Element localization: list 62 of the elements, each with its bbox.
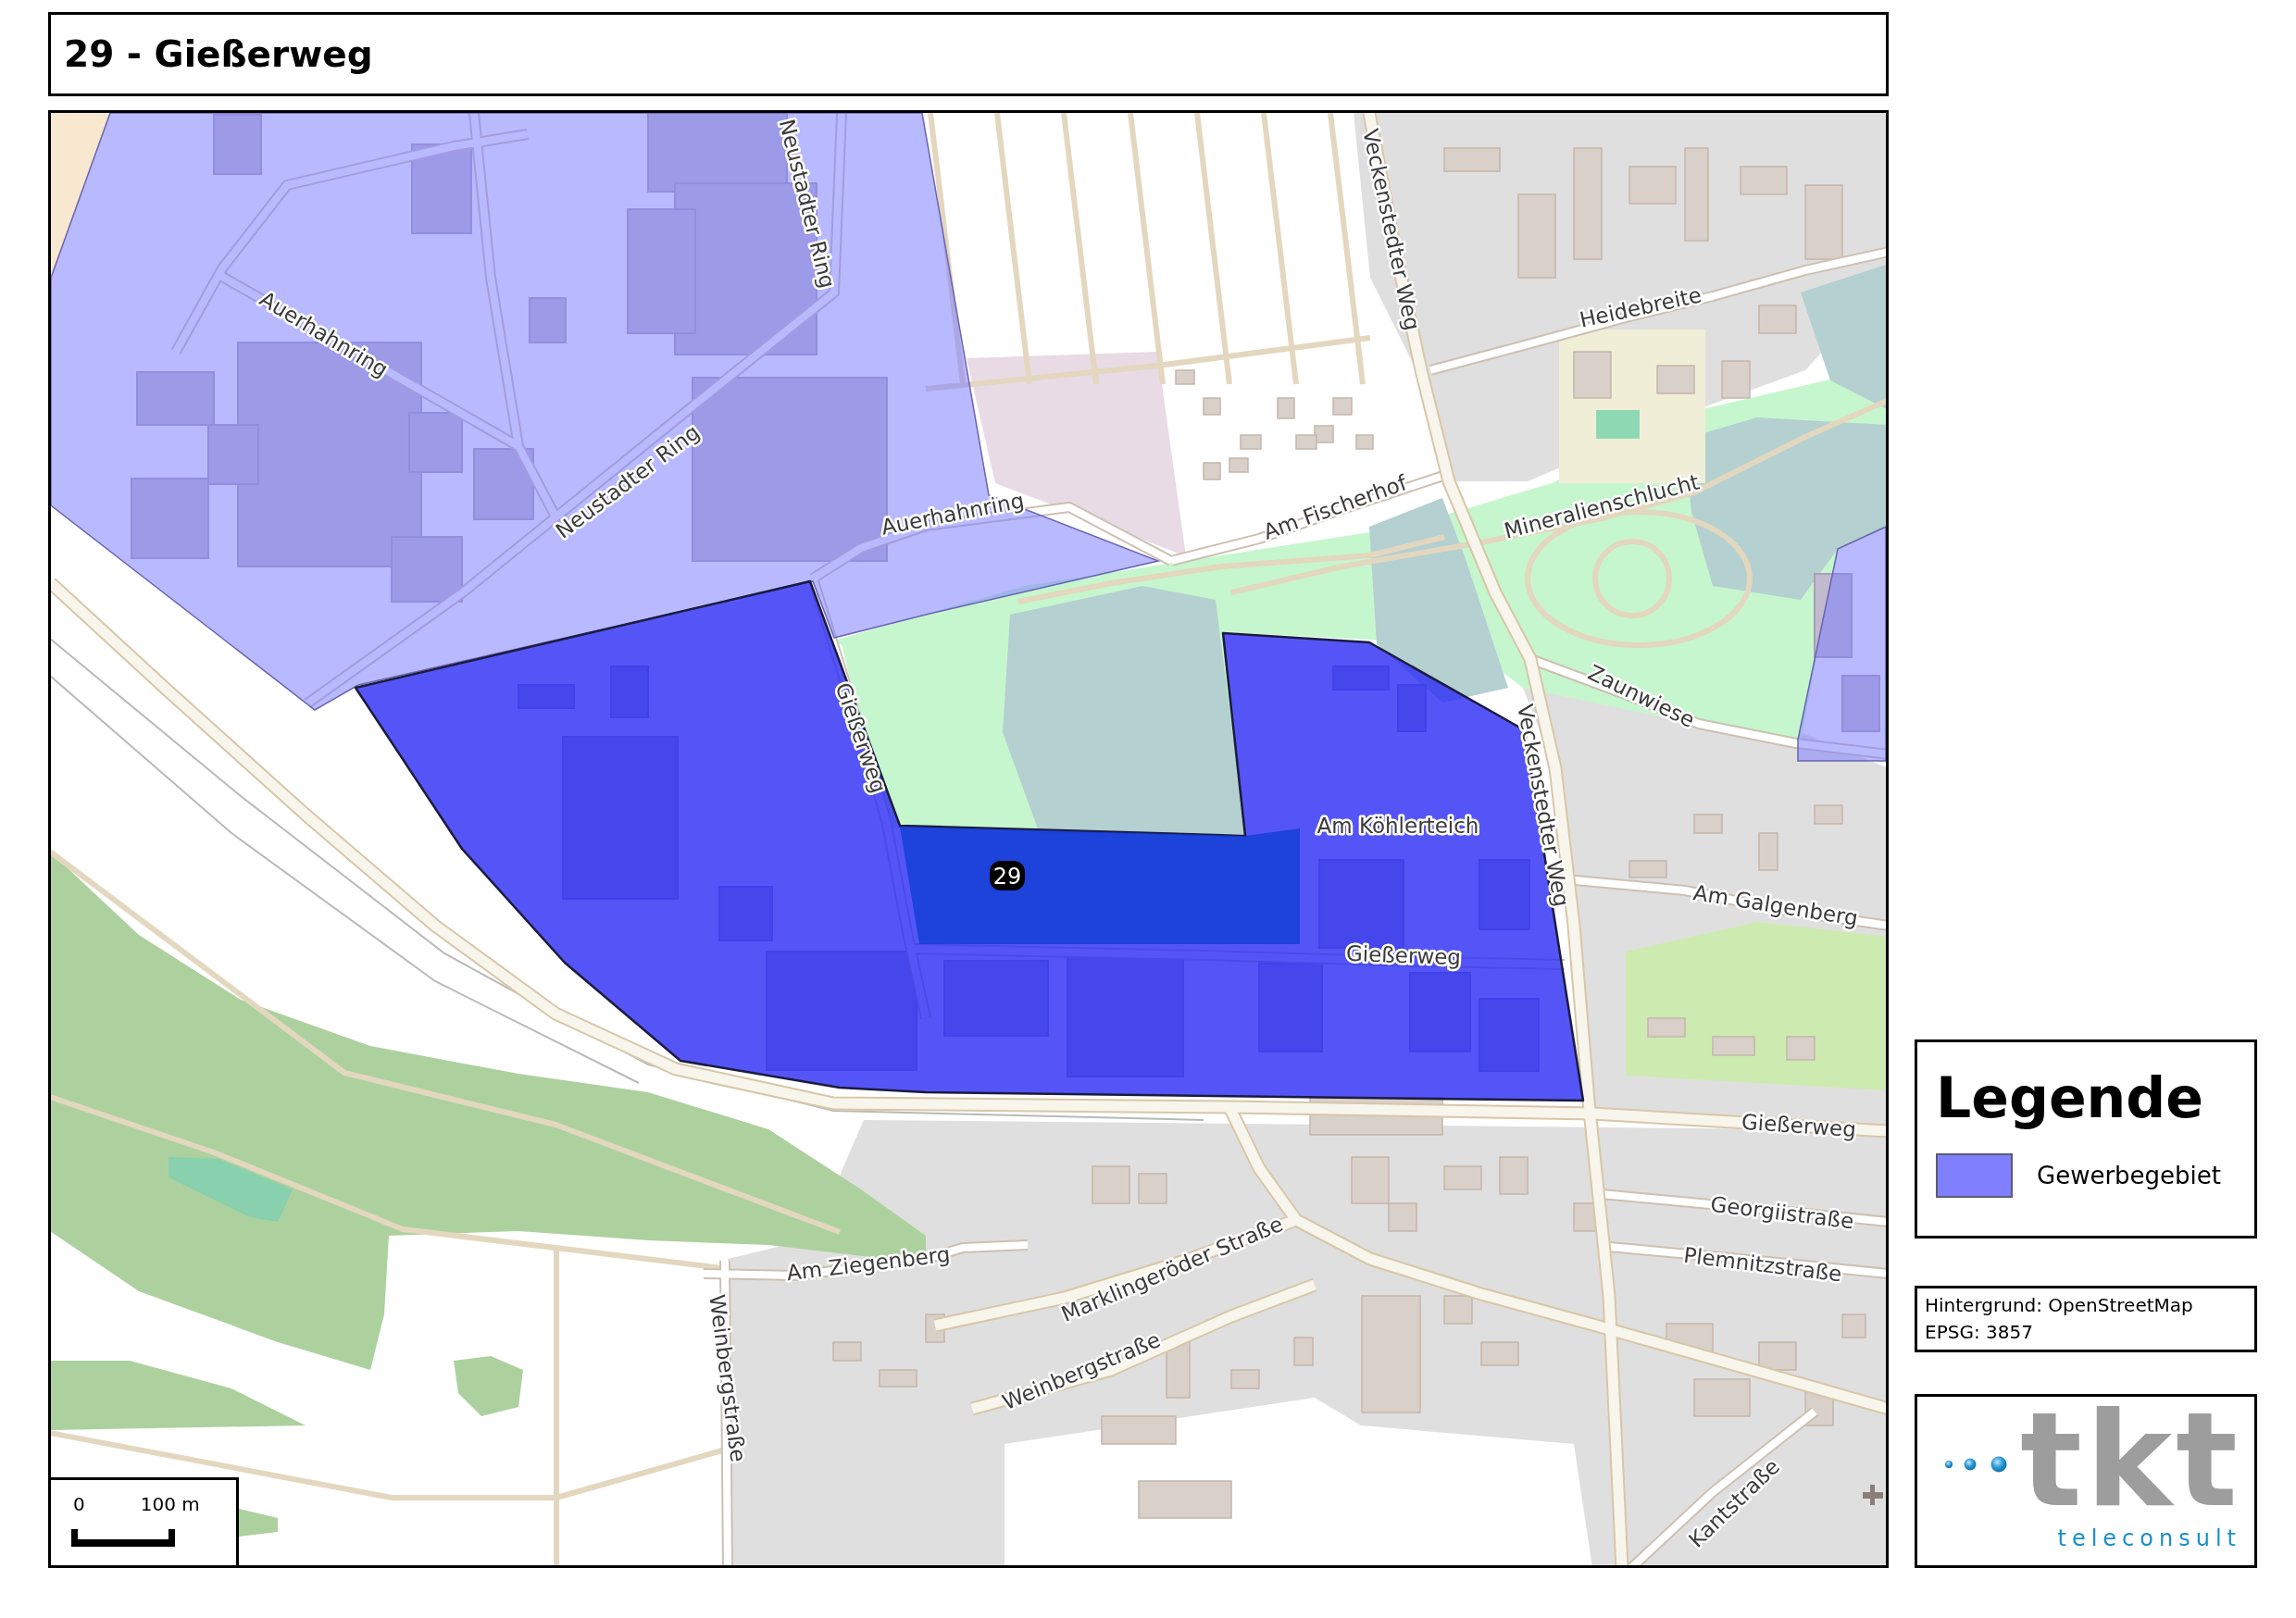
building bbox=[213, 114, 262, 175]
building bbox=[1203, 397, 1221, 416]
building bbox=[1758, 305, 1797, 334]
street-label: Gießerweg bbox=[1741, 1109, 1857, 1142]
street-label: Weinbergstraße bbox=[705, 1293, 751, 1463]
map-title: 29 - Gießerweg bbox=[64, 31, 373, 77]
street-label: Plemnitzstraße bbox=[1682, 1242, 1843, 1287]
building bbox=[1092, 1165, 1130, 1204]
legend-label: Gewerbegebiet bbox=[2037, 1161, 2221, 1191]
building bbox=[1841, 1313, 1866, 1338]
building bbox=[1314, 425, 1334, 443]
building bbox=[1293, 1337, 1314, 1366]
building bbox=[1573, 351, 1612, 399]
sports-pitch bbox=[1596, 410, 1640, 439]
building bbox=[1693, 1378, 1751, 1417]
street-label: Heidebreite bbox=[1577, 282, 1704, 332]
building bbox=[1229, 457, 1249, 473]
attribution-text: EPSG: 3857 bbox=[1925, 1320, 2034, 1345]
scale-label: 0 bbox=[73, 1493, 85, 1515]
building bbox=[1138, 1173, 1167, 1204]
building bbox=[1712, 1036, 1755, 1056]
building bbox=[1628, 860, 1667, 878]
building bbox=[1240, 434, 1262, 450]
building bbox=[1758, 832, 1778, 871]
building bbox=[879, 1369, 917, 1388]
attribution-text: Hintergrund: OpenStreetMap bbox=[1925, 1293, 2194, 1318]
building bbox=[1721, 360, 1751, 399]
building bbox=[1814, 804, 1843, 825]
building bbox=[529, 297, 567, 343]
cross-marker-icon bbox=[1863, 1485, 1883, 1505]
building bbox=[1443, 147, 1501, 172]
scale-bar-icon bbox=[71, 1529, 175, 1547]
building bbox=[1740, 166, 1788, 195]
building bbox=[1443, 1165, 1482, 1190]
building bbox=[1693, 814, 1723, 834]
legend-title: Legende bbox=[1936, 1064, 2204, 1132]
building bbox=[1647, 1017, 1686, 1038]
scale-label: 100 m bbox=[140, 1493, 200, 1515]
building bbox=[1841, 675, 1880, 732]
building bbox=[1203, 462, 1221, 480]
street-label: Gießerweg bbox=[1345, 940, 1462, 970]
building bbox=[1277, 397, 1295, 419]
building bbox=[1332, 397, 1353, 416]
building bbox=[1443, 1295, 1473, 1325]
building bbox=[1499, 1156, 1529, 1195]
logo-tagline: teleconsult bbox=[2057, 1525, 2241, 1552]
street-label: Georgiistraße bbox=[1709, 1191, 1855, 1234]
logo-wordmark: tkt bbox=[2020, 1404, 2241, 1517]
building bbox=[832, 1341, 862, 1362]
building bbox=[1656, 365, 1695, 394]
street-label: Am Köhlerteich bbox=[1316, 814, 1479, 838]
building bbox=[1480, 1341, 1519, 1366]
building bbox=[1786, 1036, 1816, 1061]
building bbox=[1295, 434, 1317, 450]
building bbox=[1166, 1341, 1191, 1399]
woodland-area bbox=[239, 1509, 278, 1537]
building bbox=[1355, 434, 1374, 450]
building bbox=[1175, 369, 1195, 385]
building bbox=[1230, 1369, 1260, 1389]
building bbox=[1628, 166, 1677, 205]
building bbox=[1758, 1341, 1797, 1371]
street-label: Am Ziegenberg bbox=[785, 1241, 952, 1286]
